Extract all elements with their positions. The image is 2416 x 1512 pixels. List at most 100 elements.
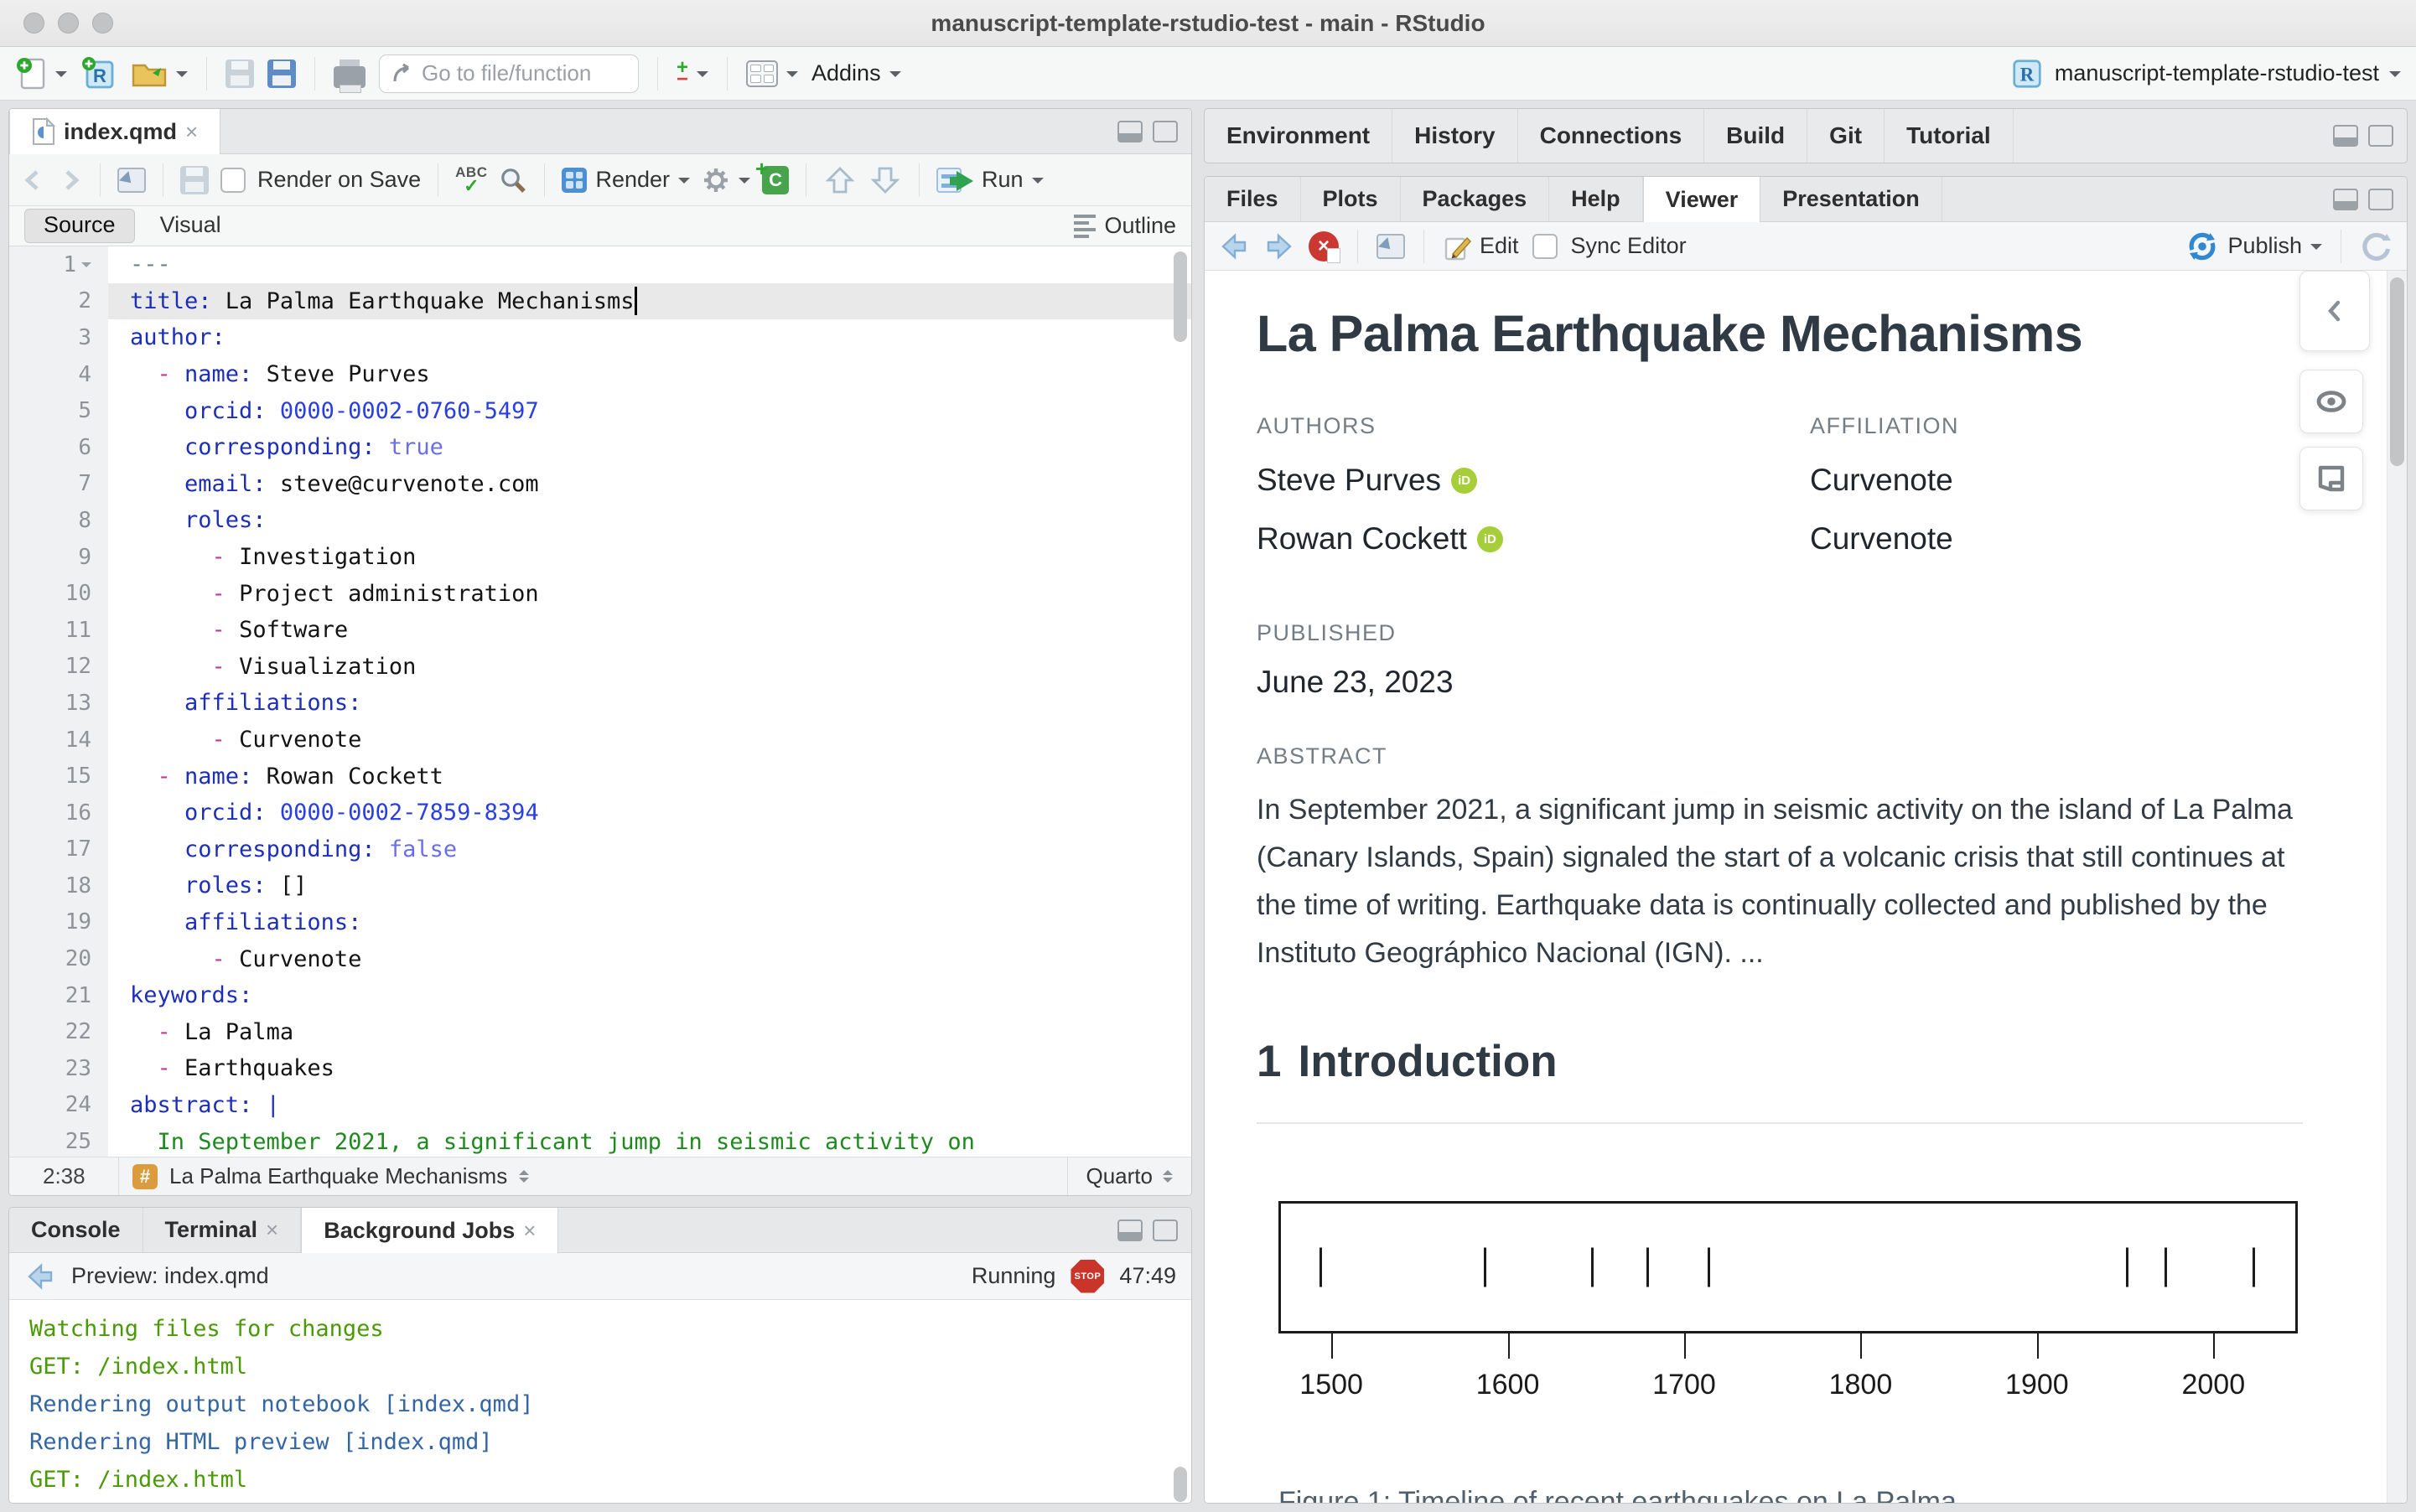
tab-connections[interactable]: Connections [1518, 109, 1705, 163]
clear-viewer-button[interactable]: × [1309, 231, 1339, 261]
new-file-button[interactable] [15, 56, 67, 91]
close-window-button[interactable] [23, 13, 44, 34]
forward-icon[interactable] [58, 168, 83, 193]
close-icon[interactable]: × [523, 1218, 536, 1244]
collapse-panel-button[interactable] [2299, 271, 2370, 351]
goto-input[interactable] [422, 60, 614, 86]
file-type-selector[interactable]: Quarto [1068, 1157, 1192, 1195]
code-line[interactable]: 1--- [9, 246, 1191, 283]
render-on-save-checkbox[interactable] [220, 168, 246, 193]
code-line[interactable]: 16 orcid: 0000-0002-7859-8394 [9, 795, 1191, 831]
open-in-new-window-icon[interactable] [117, 168, 146, 193]
close-icon[interactable]: × [266, 1217, 278, 1243]
save-button[interactable] [226, 60, 254, 88]
back-icon[interactable] [24, 1262, 56, 1291]
run-button[interactable]: Run [936, 166, 1044, 194]
render-button[interactable]: Render [562, 167, 690, 193]
console-output[interactable]: Watching files for changesGET: /index.ht… [9, 1300, 1191, 1504]
maximize-pane-icon[interactable] [1153, 121, 1178, 142]
zoom-window-button[interactable] [92, 13, 113, 34]
code-line[interactable]: 19 affiliations: [9, 904, 1191, 941]
tab-history[interactable]: History [1392, 109, 1517, 163]
search-icon[interactable] [499, 166, 527, 194]
new-project-button[interactable]: R [80, 55, 117, 92]
maximize-pane-icon[interactable] [2368, 189, 2393, 210]
maximize-pane-icon[interactable] [1153, 1219, 1178, 1241]
run-previous-icon[interactable] [823, 163, 857, 197]
tab-viewer[interactable]: Viewer [1643, 177, 1761, 222]
code-line[interactable]: 15 - name: Rowan Cockett [9, 758, 1191, 795]
code-line[interactable]: 2title: La Palma Earthquake Mechanisms [9, 283, 1191, 320]
sync-editor-checkbox[interactable] [1532, 234, 1558, 259]
minimize-pane-icon[interactable] [1117, 1219, 1143, 1241]
edit-button[interactable]: Edit [1443, 232, 1519, 261]
orcid-icon[interactable]: iD [1451, 468, 1477, 494]
viewer-scrollbar-thumb[interactable] [2390, 277, 2404, 466]
code-line[interactable]: 25 In September 2021, a significant jump… [9, 1123, 1191, 1157]
code-line[interactable]: 18 roles: [] [9, 867, 1191, 904]
viewer-content[interactable]: La Palma Earthquake Mechanisms AUTHORS S… [1205, 271, 2407, 1503]
code-line[interactable]: 21keywords: [9, 977, 1191, 1014]
open-file-button[interactable] [131, 58, 188, 90]
tab-files[interactable]: Files [1205, 177, 1301, 221]
code-line[interactable]: 23 - Earthquakes [9, 1050, 1191, 1087]
console-scrollbar[interactable] [1174, 1467, 1187, 1502]
code-line[interactable]: 10 - Project administration [9, 575, 1191, 612]
minimize-pane-icon[interactable] [2333, 189, 2358, 210]
source-mode-button[interactable]: Source [24, 209, 135, 243]
editor-scrollbar[interactable] [1174, 251, 1187, 342]
code-line[interactable]: 13 affiliations: [9, 685, 1191, 722]
close-icon[interactable]: × [185, 119, 198, 145]
section-selector[interactable]: # La Palma Earthquake Mechanisms [118, 1157, 1068, 1195]
code-line[interactable]: 11 - Software [9, 612, 1191, 649]
code-line[interactable]: 24abstract: | [9, 1087, 1191, 1124]
pane-layout-button[interactable] [746, 60, 798, 87]
addins-menu[interactable]: Addins [811, 60, 901, 86]
tab-index-qmd[interactable]: index.qmd × [9, 109, 220, 154]
refresh-icon[interactable] [2360, 230, 2393, 263]
version-control-button[interactable]: + − [677, 60, 708, 87]
code-editor[interactable]: 1---2title: La Palma Earthquake Mechanis… [9, 246, 1191, 1157]
code-line[interactable]: 14 - Curvenote [9, 722, 1191, 759]
code-line[interactable]: 22 - La Palma [9, 1013, 1191, 1050]
code-line[interactable]: 5 orcid: 0000-0002-0760-5497 [9, 392, 1191, 429]
back-icon[interactable] [1218, 232, 1250, 261]
tab-help[interactable]: Help [1549, 177, 1643, 221]
tab-build[interactable]: Build [1704, 109, 1807, 163]
tab-terminal[interactable]: Terminal× [143, 1208, 302, 1252]
back-icon[interactable] [21, 168, 46, 193]
stop-job-button[interactable]: STOP [1071, 1260, 1104, 1293]
code-line[interactable]: 8 roles: [9, 502, 1191, 539]
spellcheck-icon[interactable]: ABC✓ [455, 167, 487, 193]
visual-mode-button[interactable]: Visual [142, 210, 240, 242]
render-options-button[interactable] [702, 166, 750, 194]
code-line[interactable]: 3author: [9, 319, 1191, 356]
tab-presentation[interactable]: Presentation [1760, 177, 1942, 221]
maximize-pane-icon[interactable] [2368, 125, 2393, 147]
tab-background-jobs[interactable]: Background Jobs× [301, 1208, 558, 1253]
code-line[interactable]: 7 email: steve@curvenote.com [9, 466, 1191, 503]
code-line[interactable]: 17 corresponding: false [9, 831, 1191, 868]
tab-console[interactable]: Console [9, 1208, 143, 1252]
forward-icon[interactable] [1263, 232, 1295, 261]
code-line[interactable]: 20 - Curvenote [9, 940, 1191, 977]
save-document-button[interactable] [180, 166, 209, 194]
viewer-scrollbar-track[interactable] [2387, 271, 2407, 1503]
goto-file-function-box[interactable] [379, 54, 639, 93]
code-line[interactable]: 4 - name: Steve Purves [9, 356, 1191, 393]
project-selector[interactable]: R manuscript-template-rstudio-test [2009, 56, 2401, 91]
minimize-window-button[interactable] [58, 13, 79, 34]
minimize-pane-icon[interactable] [2333, 125, 2358, 147]
preview-visibility-button[interactable] [2299, 370, 2363, 433]
save-all-button[interactable] [267, 60, 296, 88]
tab-environment[interactable]: Environment [1205, 109, 1392, 163]
tab-tutorial[interactable]: Tutorial [1885, 109, 2014, 163]
code-line[interactable]: 12 - Visualization [9, 649, 1191, 686]
orcid-icon[interactable]: iD [1477, 526, 1503, 552]
tab-git[interactable]: Git [1807, 109, 1885, 163]
minimize-pane-icon[interactable] [1117, 121, 1143, 142]
tab-packages[interactable]: Packages [1401, 177, 1550, 221]
open-in-browser-icon[interactable] [1376, 234, 1405, 259]
run-next-icon[interactable] [868, 163, 902, 197]
code-line[interactable]: 9 - Investigation [9, 539, 1191, 576]
